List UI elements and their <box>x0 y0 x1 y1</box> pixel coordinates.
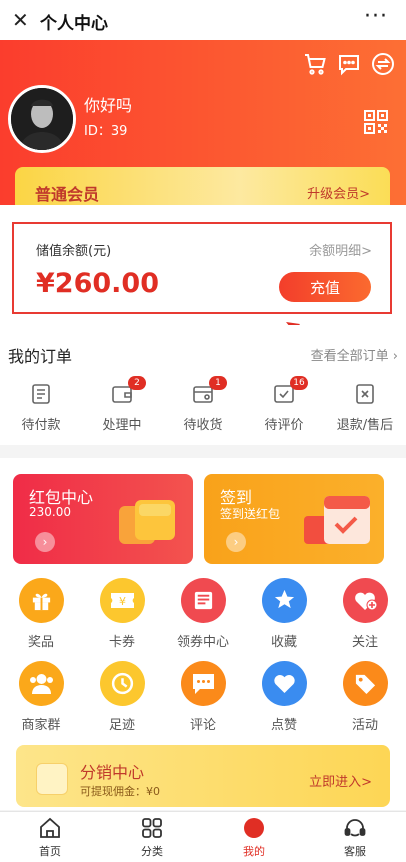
tab-home[interactable]: 首页 <box>10 816 90 859</box>
grid-label: 商家群 <box>21 718 61 733</box>
tab-category[interactable]: 分类 <box>112 816 192 859</box>
go-arrow-icon: › <box>226 532 246 552</box>
balance-detail-link[interactable]: 余额明细> <box>309 240 372 259</box>
order-awaiting-delivery[interactable]: 1 待收货 <box>163 376 243 442</box>
message-icon[interactable] <box>337 52 361 76</box>
order-badge: 2 <box>128 376 146 390</box>
grid-label: 卡券 <box>108 635 135 650</box>
cart-icon[interactable] <box>303 52 327 76</box>
grid-item-follow[interactable]: 关注 <box>325 578 405 650</box>
heart-icon <box>261 661 307 706</box>
tab-label: 客服 <box>344 845 366 858</box>
category-icon <box>142 818 162 838</box>
member-level: 普通会员 <box>35 185 100 204</box>
tab-label: 我的 <box>243 845 265 858</box>
distribution-center-banner[interactable]: 分销中心 可提现佣金：¥0 立即进入> <box>16 745 390 807</box>
heart-plus-icon <box>342 578 388 623</box>
grid-label: 收藏 <box>270 635 297 650</box>
enter-now-link[interactable]: 立即进入> <box>309 771 372 790</box>
grid-label: 奖品 <box>27 635 54 650</box>
order-badge: 16 <box>290 376 308 390</box>
grid-item-coupon-center[interactable]: 领券中心 <box>163 578 243 650</box>
more-icon[interactable]: ··· <box>364 4 388 29</box>
avatar[interactable] <box>8 85 76 153</box>
distribution-title: 分销中心 <box>80 763 145 782</box>
orders-title: 我的订单 <box>8 347 73 366</box>
tab-label: 首页 <box>39 845 61 858</box>
tab-service[interactable]: 客服 <box>315 816 395 859</box>
order-label: 待收货 <box>183 418 223 433</box>
recharge-button[interactable]: 充值 <box>279 272 371 302</box>
star-icon <box>261 578 307 623</box>
order-label: 待评价 <box>264 418 304 433</box>
user-name: 你好吗 <box>84 96 133 115</box>
order-to-review[interactable]: 16 待评价 <box>244 376 324 442</box>
tab-label: 分类 <box>141 845 163 858</box>
balance-amount: ¥260.00 <box>36 268 159 299</box>
envelope-icon <box>36 763 68 795</box>
pending-payment-icon <box>29 382 53 406</box>
box-icon: 1 <box>191 376 227 406</box>
order-label: 待付款 <box>21 418 61 433</box>
upgrade-member-link[interactable]: 升级会员> <box>307 183 370 202</box>
order-pending-payment[interactable]: 待付款 <box>1 382 81 442</box>
coupon-icon: ¥ <box>99 578 145 623</box>
switch-icon[interactable] <box>371 52 395 76</box>
card-subtitle: 230.00 <box>29 505 71 519</box>
comment-icon <box>180 661 226 706</box>
grid-label: 评论 <box>189 718 216 733</box>
group-icon <box>18 661 64 706</box>
me-icon <box>244 818 264 838</box>
view-all-orders-link[interactable]: 查看全部订单 › <box>311 345 398 364</box>
title-bar: ✕ 个人中心 ··· <box>0 0 406 40</box>
tab-me[interactable]: 我的 <box>214 816 294 859</box>
home-icon <box>40 817 60 838</box>
grid-label: 点赞 <box>270 718 297 733</box>
grid-label: 足迹 <box>108 718 135 733</box>
calendar-illustration-icon <box>304 496 370 544</box>
go-arrow-icon: › <box>35 532 55 552</box>
chevron-right-icon: › <box>388 349 398 364</box>
page-title: 个人中心 <box>40 14 108 34</box>
gift-icon <box>18 578 64 623</box>
grid-item-comments[interactable]: 评论 <box>163 661 243 733</box>
review-icon: 16 <box>272 376 308 406</box>
grid-label: 关注 <box>351 635 378 650</box>
wallet-icon: 2 <box>110 376 146 406</box>
grid-label: 领券中心 <box>176 635 229 650</box>
grid-item-likes[interactable]: 点赞 <box>244 661 324 733</box>
red-packet-illustration-icon <box>119 500 175 544</box>
refund-icon <box>353 382 377 406</box>
svg-text:¥: ¥ <box>119 595 126 608</box>
qr-code-icon[interactable] <box>364 110 388 134</box>
sign-in-card[interactable]: 签到 签到送红包 › <box>204 474 384 564</box>
tag-icon <box>342 661 388 706</box>
grid-item-favorites[interactable]: 收藏 <box>244 578 324 650</box>
order-processing[interactable]: 2 处理中 <box>82 376 162 442</box>
distribution-commission: 可提现佣金：¥0 <box>80 785 160 798</box>
grid-item-prizes[interactable]: 奖品 <box>1 578 81 650</box>
grid-item-coupons[interactable]: ¥ 卡券 <box>82 578 162 650</box>
coupon-center-icon <box>180 578 226 623</box>
close-icon[interactable]: ✕ <box>12 8 29 32</box>
user-id: ID：39 <box>84 124 128 139</box>
card-subtitle: 签到送红包 <box>220 507 281 521</box>
order-label: 退款/售后 <box>336 418 394 433</box>
red-packet-card[interactable]: 红包中心 230.00 › <box>13 474 193 564</box>
service-icon <box>344 819 366 837</box>
grid-label: 活动 <box>351 718 378 733</box>
order-label: 处理中 <box>102 418 142 433</box>
order-refund[interactable]: 退款/售后 <box>325 382 405 442</box>
order-badge: 1 <box>209 376 227 390</box>
balance-label: 储值余额(元) <box>36 244 112 259</box>
clock-icon <box>99 661 145 706</box>
grid-item-activities[interactable]: 活动 <box>325 661 405 733</box>
grid-item-footprints[interactable]: 足迹 <box>82 661 162 733</box>
view-all-orders-label: 查看全部订单 <box>310 349 389 364</box>
grid-item-merchant-group[interactable]: 商家群 <box>1 661 81 733</box>
